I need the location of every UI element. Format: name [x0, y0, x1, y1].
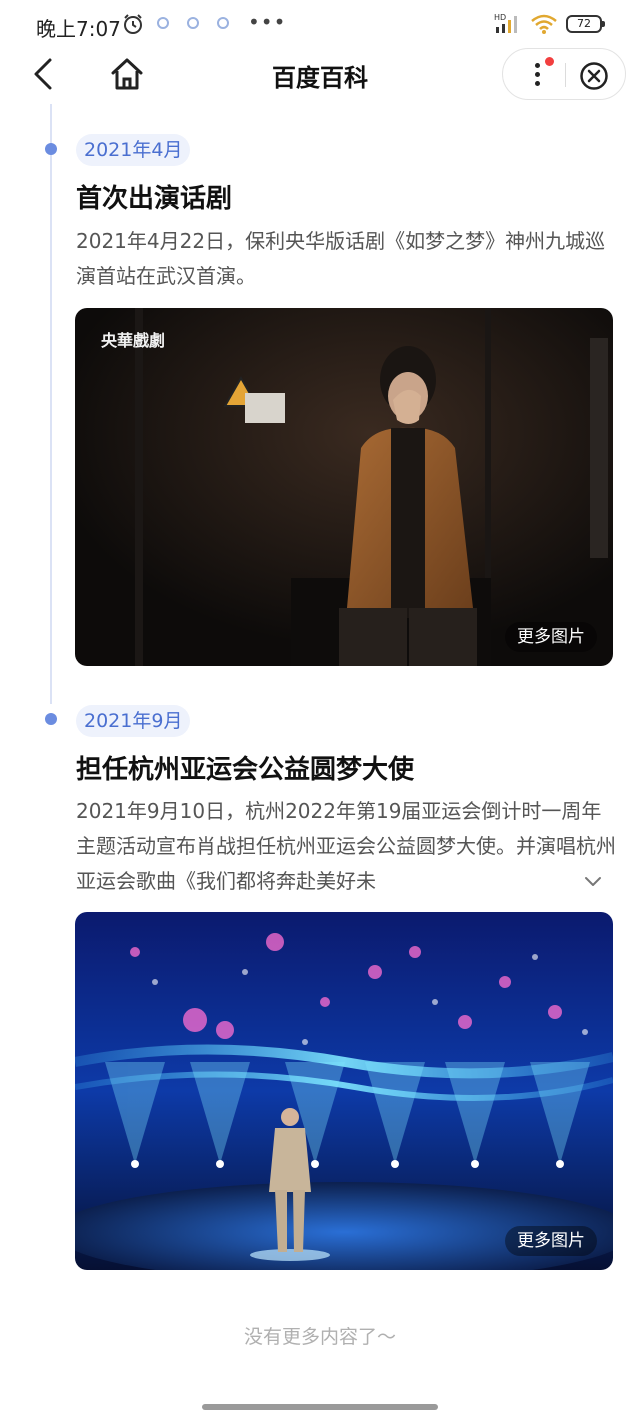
timeline-dot	[45, 713, 57, 725]
date-tag: 2021年4月	[76, 134, 191, 166]
entry-description: 2021年9月10日，杭州2022年第19届亚运会倒计时一周年主题活动宣布肖战担…	[76, 799, 616, 893]
stage-photo: 央華戲劇	[75, 308, 613, 666]
signal-icon: HD	[494, 13, 517, 33]
miniapp-capsule	[502, 48, 626, 100]
entry-title: 担任杭州亚运会公益圆梦大使	[76, 755, 415, 785]
app-notification-icon	[187, 17, 199, 29]
more-photos-button[interactable]: 更多图片	[505, 622, 597, 652]
status-time: 晚上7:07	[36, 17, 121, 41]
battery-icon: 72	[566, 15, 605, 33]
timeline-line	[50, 104, 52, 704]
concert-photo	[75, 912, 613, 1270]
wifi-icon	[531, 14, 557, 34]
timeline-dot	[45, 143, 57, 155]
status-bar: 晚上7:07 ••• HD 72	[0, 0, 640, 50]
app-notification-icon	[157, 17, 169, 29]
app-notification-icon	[217, 17, 229, 29]
no-more-content: 没有更多内容了～	[243, 1326, 396, 1348]
photo-watermark: 央華戲劇	[101, 331, 165, 350]
capsule-divider	[565, 63, 566, 87]
nav-bar: 百度百科	[0, 46, 640, 102]
home-indicator[interactable]	[202, 1404, 438, 1410]
more-photos-button[interactable]: 更多图片	[505, 1226, 597, 1256]
entry-photo[interactable]: 更多图片	[75, 912, 613, 1270]
entry-title: 首次出演话剧	[76, 184, 233, 214]
hd-label: HD	[494, 13, 506, 22]
status-more-icon: •••	[248, 10, 287, 34]
notification-badge	[545, 57, 554, 66]
close-icon[interactable]	[579, 61, 609, 91]
alarm-icon	[124, 14, 142, 34]
chevron-down-icon[interactable]	[582, 870, 604, 892]
entry-photo[interactable]: 央華戲劇 更多图片	[75, 308, 613, 666]
entry-description: 2021年4月22日，保利央华版话剧《如梦之梦》神州九城巡演首站在武汉首演。	[76, 229, 606, 288]
date-tag: 2021年9月	[76, 705, 191, 737]
